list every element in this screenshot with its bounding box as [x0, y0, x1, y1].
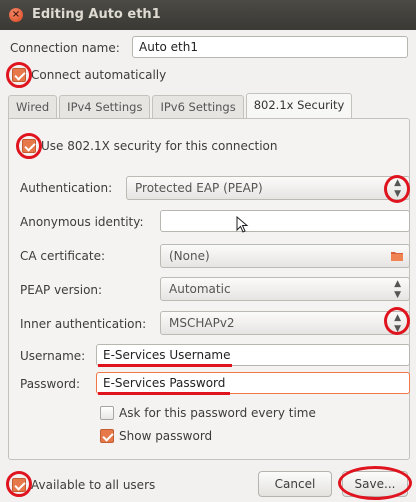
tab-8021x-security[interactable]: 802.1x Security	[245, 93, 353, 119]
ca-cert-file-chooser[interactable]: (None)	[160, 244, 410, 268]
tab-wired[interactable]: Wired	[8, 95, 58, 119]
ask-password-checkbox[interactable]: Ask for this password every time	[100, 404, 316, 422]
folder-icon	[391, 252, 403, 261]
show-password-checkbox[interactable]: Show password	[100, 427, 212, 445]
save-button[interactable]: Save...	[342, 471, 408, 497]
tab-ipv4-settings[interactable]: IPv4 Settings	[59, 95, 151, 119]
show-password-label: Show password	[119, 429, 213, 443]
checkbox-checked-icon[interactable]	[12, 68, 26, 82]
username-row: Username:	[20, 346, 85, 366]
mouse-pointer-icon	[236, 216, 249, 233]
ask-password-label: Ask for this password every time	[119, 406, 316, 420]
inner-auth-row: Inner authentication:	[20, 314, 146, 334]
checkbox-checked-icon[interactable]	[22, 139, 36, 153]
spinner-arrows-icon: ▲ ▼	[394, 313, 401, 334]
password-label: Password:	[20, 377, 81, 391]
username-label: Username:	[20, 349, 86, 363]
anon-identity-label: Anonymous identity:	[20, 215, 144, 229]
cancel-button[interactable]: Cancel	[258, 471, 332, 497]
checkbox-checked-icon[interactable]	[100, 429, 114, 443]
use-8021x-label: Use 802.1X security for this connection	[41, 139, 278, 153]
password-input[interactable]: E-Services Password	[96, 372, 410, 394]
checkbox-unchecked-icon[interactable]	[100, 406, 114, 420]
window-titlebar: × Editing Auto eth1	[0, 0, 416, 30]
ca-cert-row: CA certificate:	[20, 246, 105, 266]
peap-version-value: Automatic	[169, 282, 231, 296]
inner-auth-select[interactable]: MSCHAPv2 ▲ ▼	[160, 311, 410, 335]
spinner-arrows-icon: ▲ ▼	[394, 178, 401, 199]
authentication-select[interactable]: Protected EAP (PEAP) ▲ ▼	[126, 176, 410, 200]
connection-name-row: Connection name:	[10, 37, 120, 59]
close-icon[interactable]: ×	[9, 8, 23, 22]
authentication-label: Authentication:	[20, 181, 113, 195]
available-all-users-checkbox[interactable]: Available to all users	[12, 476, 155, 494]
tab-ipv6-settings[interactable]: IPv6 Settings	[152, 95, 244, 119]
connect-automatically-checkbox[interactable]: Connect automatically	[12, 66, 166, 84]
peap-version-select[interactable]: Automatic ▲ ▼	[160, 277, 410, 301]
peap-version-row: PEAP version:	[20, 280, 102, 300]
connection-name-input[interactable]: Auto eth1	[132, 36, 408, 58]
authentication-value: Protected EAP (PEAP)	[135, 181, 263, 195]
available-all-users-label: Available to all users	[31, 478, 156, 492]
anon-identity-input[interactable]	[160, 210, 410, 232]
password-row: Password:	[20, 374, 80, 394]
connection-name-label: Connection name:	[10, 41, 120, 55]
use-8021x-checkbox[interactable]: Use 802.1X security for this connection	[22, 137, 278, 155]
tab-bar: Wired IPv4 Settings IPv6 Settings 802.1x…	[8, 93, 354, 119]
peap-version-label: PEAP version:	[20, 283, 103, 297]
inner-auth-value: MSCHAPv2	[169, 316, 235, 330]
ca-cert-value: (None)	[169, 249, 210, 263]
checkbox-checked-icon[interactable]	[12, 478, 26, 492]
spinner-arrows-icon: ▲ ▼	[394, 279, 401, 300]
anon-identity-row: Anonymous identity:	[20, 212, 144, 232]
ca-cert-label: CA certificate:	[20, 249, 105, 263]
authentication-row: Authentication:	[20, 178, 112, 198]
inner-auth-label: Inner authentication:	[20, 317, 147, 331]
username-input[interactable]: E-Services Username	[96, 344, 410, 366]
window-title: Editing Auto eth1	[32, 7, 161, 22]
connect-automatically-label: Connect automatically	[31, 68, 167, 82]
